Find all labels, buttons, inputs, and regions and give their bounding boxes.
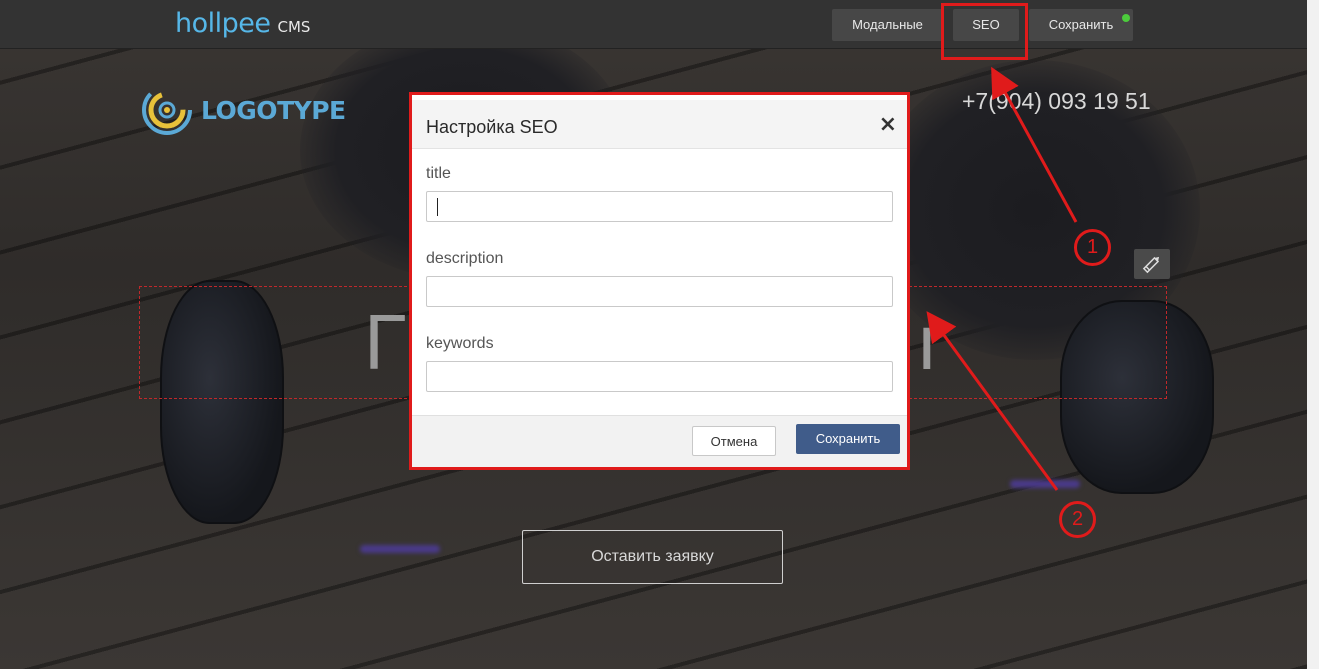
annotation-marker-2: 2 (1059, 501, 1096, 538)
arrow-2 (926, 311, 1059, 491)
arrow-1 (991, 66, 1078, 223)
annotation-arrows (926, 66, 1078, 491)
annotation-marker-1: 1 (1074, 229, 1111, 266)
